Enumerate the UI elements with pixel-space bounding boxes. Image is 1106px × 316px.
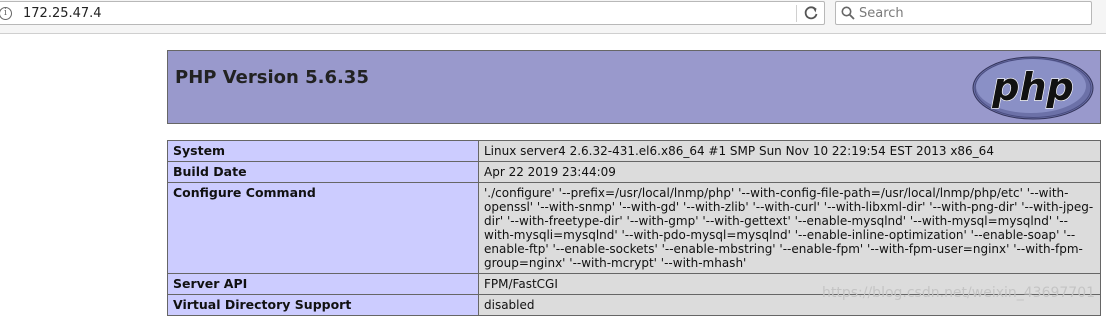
row-label: Build Date (167, 161, 479, 183)
table-row: Build Date Apr 22 2019 23:44:09 (167, 161, 1101, 183)
reload-icon[interactable] (802, 4, 820, 22)
row-label: System (167, 140, 479, 162)
table-row: Configure Command './configure' '--prefix… (167, 182, 1101, 274)
table-row: System Linux server4 2.6.32-431.el6.x86_6… (167, 140, 1101, 162)
row-label: Server API (167, 273, 479, 295)
row-value: './configure' '--prefix=/usr/local/lnmp/… (478, 182, 1101, 274)
browser-toolbar: i 172.25.47.4 Search (0, 0, 1106, 34)
row-label: Virtual Directory Support (167, 294, 479, 316)
php-header: PHP Version 5.6.35 php (167, 50, 1101, 124)
row-value: Apr 22 2019 23:44:09 (478, 161, 1101, 183)
php-logo-text: php (991, 65, 1073, 109)
search-icon (841, 6, 855, 20)
row-value: Linux server4 2.6.32-431.el6.x86_64 #1 S… (478, 140, 1101, 162)
info-icon[interactable]: i (0, 7, 12, 20)
row-label: Configure Command (167, 182, 479, 274)
search-placeholder[interactable]: Search (859, 6, 904, 21)
php-logo-icon[interactable]: php (972, 56, 1094, 120)
address-bar-url[interactable]: 172.25.47.4 (23, 6, 102, 21)
search-bar[interactable]: Search (835, 1, 1092, 25)
address-bar-divider (796, 5, 797, 22)
address-bar[interactable]: i 172.25.47.4 (0, 1, 825, 25)
page-title: PHP Version 5.6.35 (175, 67, 369, 88)
watermark: https://blog.csdn.net/weixin_43697701 (822, 285, 1096, 301)
